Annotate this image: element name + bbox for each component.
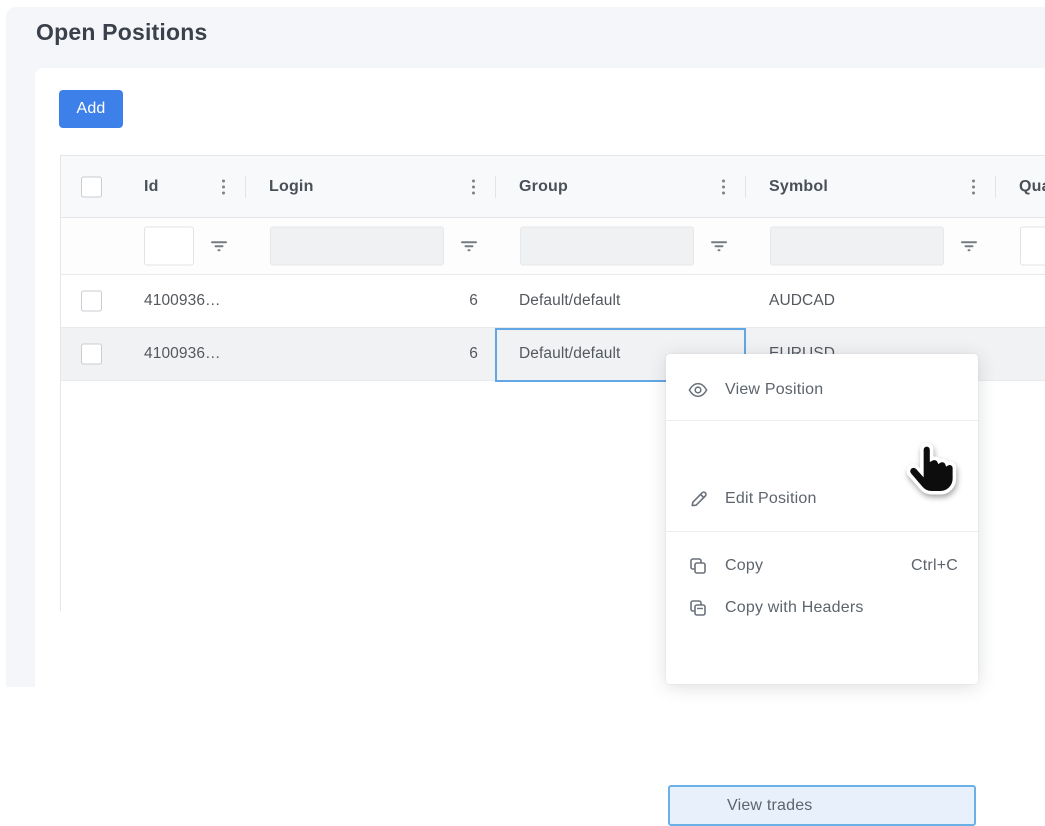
select-all-checkbox[interactable] — [81, 176, 102, 197]
column-menu-icon[interactable] — [722, 179, 725, 194]
column-menu-icon[interactable] — [222, 179, 225, 194]
column-menu-icon[interactable] — [972, 179, 975, 194]
column-label: Group — [519, 178, 568, 196]
eye-icon — [688, 380, 708, 400]
filter-cell-group — [496, 218, 746, 274]
menu-divider — [666, 420, 978, 421]
filter-icon[interactable] — [710, 237, 728, 255]
quantity-filter-input[interactable] — [1020, 227, 1045, 266]
pencil-icon — [688, 489, 708, 509]
menu-item-view-trades[interactable]: View trades — [668, 785, 976, 826]
cell-symbol: AUDCAD — [769, 292, 835, 310]
header-cell-group[interactable]: Group — [496, 156, 746, 217]
column-label: Login — [269, 178, 314, 196]
table-row[interactable]: 4100936… 6 Default/default AUDCAD — [61, 275, 1045, 328]
column-menu-icon[interactable] — [472, 179, 475, 194]
cell-id: 4100936… — [144, 345, 221, 363]
add-button[interactable]: Add — [59, 90, 123, 128]
copy-icon — [688, 556, 708, 576]
header-cell-login[interactable]: Login — [246, 156, 496, 217]
menu-item-copy[interactable]: Copy Ctrl+C — [666, 546, 978, 586]
cell-group: Default/default — [519, 292, 620, 310]
header-select-cell — [61, 156, 121, 217]
column-label: Quantity — [1019, 178, 1045, 196]
row-checkbox[interactable] — [81, 291, 102, 312]
column-label: Id — [144, 178, 159, 196]
symbol-filter-input[interactable] — [770, 227, 944, 266]
filter-select-cell — [61, 218, 121, 274]
id-filter-input[interactable] — [144, 227, 194, 266]
login-filter-input[interactable] — [270, 227, 444, 266]
header-cell-quantity[interactable]: Quantity — [996, 156, 1045, 217]
filter-cell-symbol — [746, 218, 996, 274]
menu-item-copy-with-headers[interactable]: Copy with Headers — [666, 588, 978, 628]
context-menu: View Position View trades Edit Position … — [666, 354, 978, 684]
filter-icon[interactable] — [960, 237, 978, 255]
column-label: Symbol — [769, 178, 828, 196]
filter-cell-quantity — [996, 218, 1045, 274]
cell-group: Default/default — [519, 345, 620, 363]
filter-icon[interactable] — [210, 237, 228, 255]
cell-login: 6 — [469, 292, 478, 310]
copy-headers-icon — [688, 598, 708, 618]
table-header-row: Id Login Group Symbol Quantity — [61, 156, 1045, 218]
filter-cell-login — [246, 218, 496, 274]
group-filter-input[interactable] — [520, 227, 694, 266]
cell-login: 6 — [469, 345, 478, 363]
menu-divider — [666, 531, 978, 532]
table-filter-row — [61, 218, 1045, 275]
filter-cell-id — [121, 218, 246, 274]
cell-id: 4100936… — [144, 292, 221, 310]
header-cell-symbol[interactable]: Symbol — [746, 156, 996, 217]
row-checkbox[interactable] — [81, 344, 102, 365]
header-cell-id[interactable]: Id — [121, 156, 246, 217]
filter-icon[interactable] — [460, 237, 478, 255]
menu-item-view-position[interactable]: View Position — [666, 370, 978, 410]
page-title: Open Positions — [36, 19, 207, 46]
menu-shortcut: Ctrl+C — [911, 557, 958, 575]
menu-item-edit-position[interactable]: Edit Position — [666, 479, 978, 519]
